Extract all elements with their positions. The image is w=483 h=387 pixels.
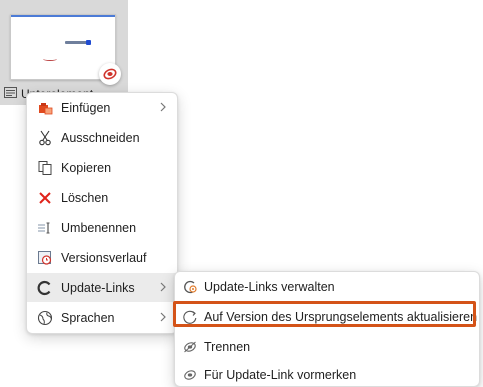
- manage-links-icon: [182, 279, 198, 295]
- submenu-item-label: Für Update-Link vormerken: [204, 367, 357, 382]
- menu-item-label: Update-Links: [61, 280, 135, 295]
- stage: Unterelement Einfügen: [0, 0, 483, 387]
- globe-icon: [37, 310, 53, 326]
- preview-signature: [43, 57, 57, 61]
- element-type-icon: [4, 86, 17, 102]
- menu-item-label: Einfügen: [61, 100, 111, 115]
- highlight-annotation: [173, 301, 476, 327]
- rename-icon: [37, 220, 53, 236]
- submenu-item-label: Update-Links verwalten: [204, 279, 335, 294]
- paste-icon: [37, 100, 53, 116]
- version-history-icon: [37, 250, 53, 266]
- menu-item-ausschneiden[interactable]: Ausschneiden: [27, 123, 177, 152]
- menu-item-kopieren[interactable]: Kopieren: [27, 153, 177, 182]
- menu-item-label: Ausschneiden: [61, 130, 140, 145]
- submenu-item-manage-links[interactable]: Update-Links verwalten: [175, 272, 479, 301]
- context-menu: Einfügen Ausschneiden Kopieren Löschen U…: [26, 92, 178, 334]
- link-badge-icon: [99, 63, 121, 85]
- menu-item-umbenennen[interactable]: Umbenennen: [27, 213, 177, 242]
- menu-item-label: Löschen: [61, 190, 109, 205]
- submenu-item-mark-for-link[interactable]: Für Update-Link vormerken: [175, 360, 479, 387]
- unlink-icon: [182, 339, 198, 355]
- submenu-item-label: Trennen: [204, 339, 251, 354]
- delete-x-icon: [37, 190, 53, 206]
- chevron-right-icon: [160, 282, 166, 292]
- preview-topline: [11, 15, 115, 17]
- submenu-item-trennen[interactable]: Trennen: [175, 332, 479, 361]
- menu-item-label: Versionsverlauf: [61, 250, 147, 265]
- update-links-icon: [37, 280, 53, 296]
- menu-item-loeschen[interactable]: Löschen: [27, 183, 177, 212]
- menu-item-label: Kopieren: [61, 160, 112, 175]
- mark-link-icon: [182, 367, 198, 383]
- menu-item-update-links[interactable]: Update-Links: [27, 273, 177, 302]
- menu-item-versionsverlauf[interactable]: Versionsverlauf: [27, 243, 177, 272]
- chevron-right-icon: [160, 102, 166, 112]
- copy-icon: [37, 160, 53, 176]
- scissors-icon: [37, 130, 53, 146]
- menu-item-label: Sprachen: [61, 310, 115, 325]
- content-tile[interactable]: Unterelement: [0, 0, 128, 105]
- menu-item-einfuegen[interactable]: Einfügen: [27, 93, 177, 122]
- preview-logo: [65, 40, 91, 45]
- update-links-submenu: Update-Links verwalten Auf Version des U…: [174, 271, 480, 387]
- menu-item-sprachen[interactable]: Sprachen: [27, 303, 177, 332]
- menu-item-label: Umbenennen: [61, 220, 137, 235]
- chevron-right-icon: [160, 312, 166, 322]
